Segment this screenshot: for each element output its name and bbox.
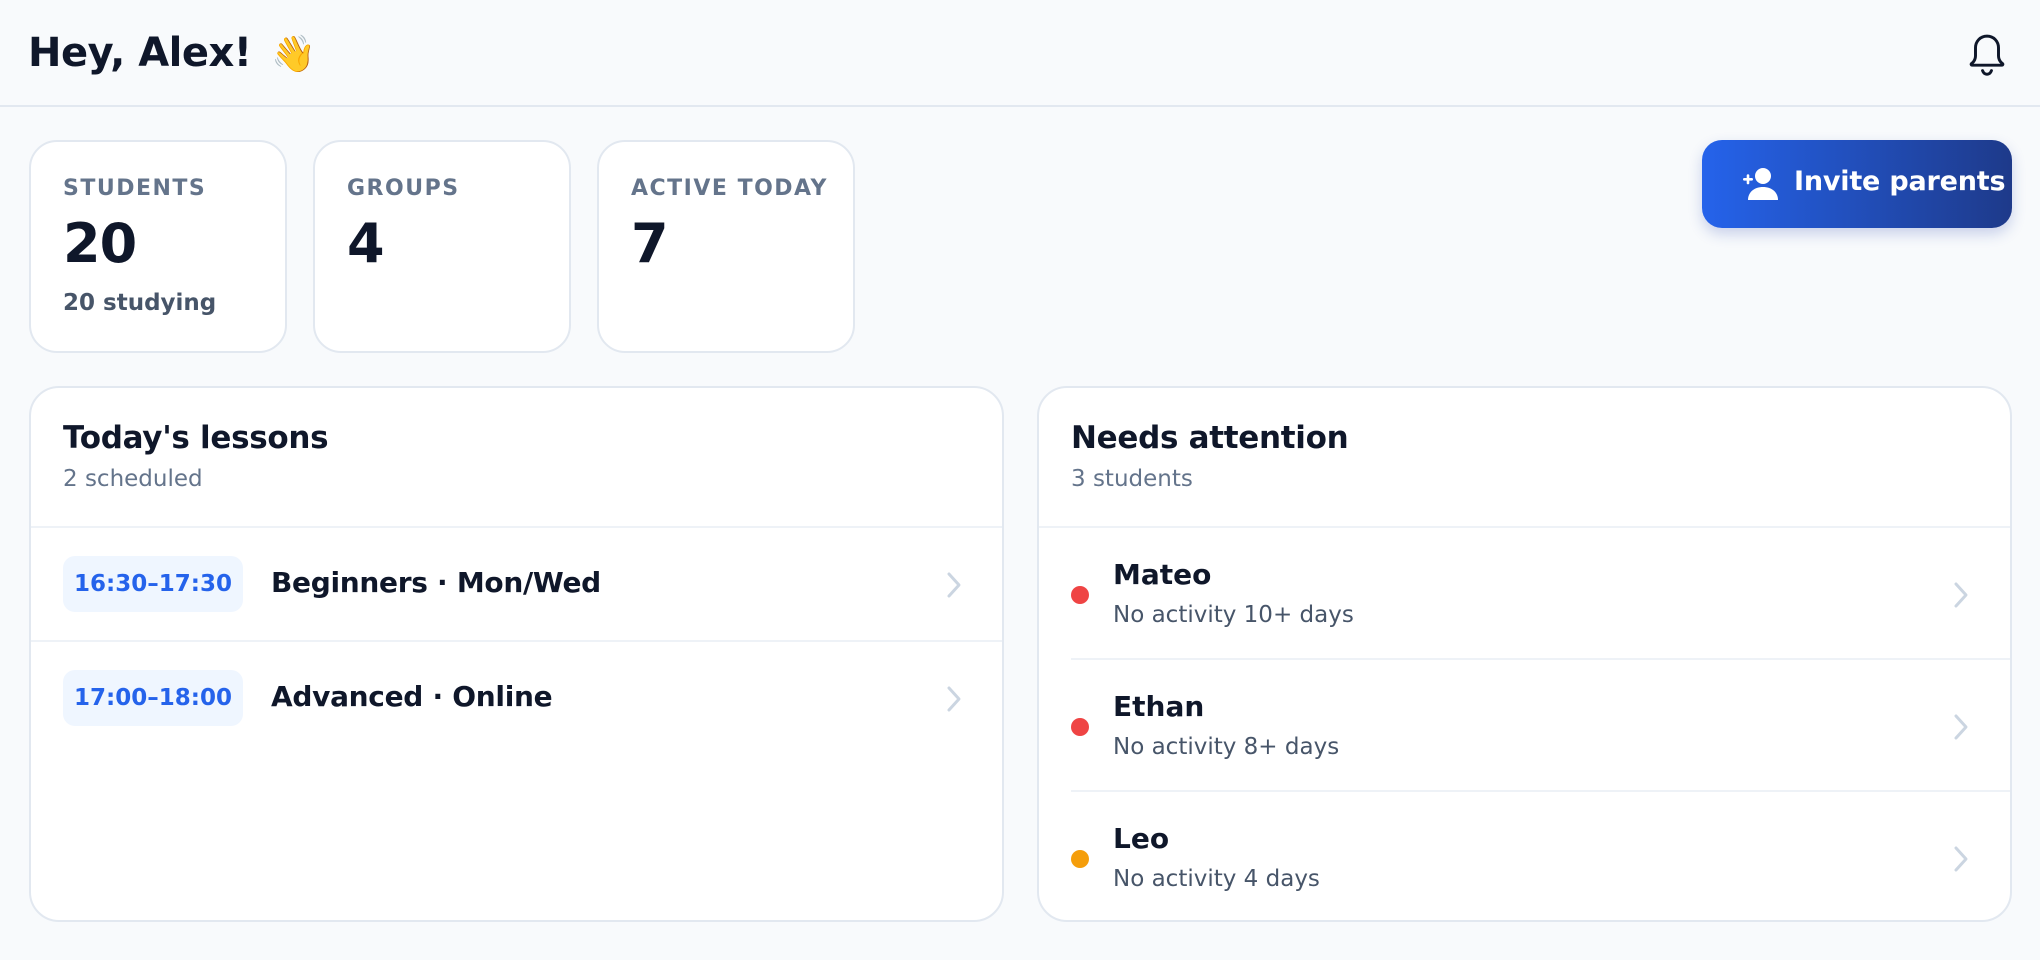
- student-row[interactable]: Leo No activity 4 days: [1039, 792, 2010, 920]
- chevron-right-icon: [1954, 714, 1968, 740]
- stat-label: GROUPS: [347, 176, 460, 201]
- stat-card-active-today: ACTIVE TODAY 7: [597, 140, 855, 353]
- lesson-row[interactable]: 16:30–17:30 Beginners · Mon/Wed: [31, 528, 1002, 642]
- lesson-name: Advanced · Online: [271, 680, 553, 713]
- student-activity-note: No activity 10+ days: [1113, 602, 1354, 628]
- stat-value: 7: [631, 212, 669, 275]
- bell-icon: [1969, 34, 2005, 76]
- add-user-icon: [1743, 168, 1778, 200]
- student-activity-note: No activity 4 days: [1113, 866, 1320, 892]
- stat-subtext: 20 studying: [63, 290, 217, 316]
- chevron-right-icon: [1954, 582, 1968, 608]
- chevron-right-icon: [947, 572, 961, 598]
- chevron-right-icon: [1954, 846, 1968, 872]
- student-name: Ethan: [1113, 690, 1205, 723]
- panel-subtitle: 2 scheduled: [63, 466, 203, 492]
- todays-lessons-panel: Today's lessons 2 scheduled 16:30–17:30 …: [29, 386, 1004, 922]
- student-name: Leo: [1113, 822, 1170, 855]
- lesson-time-badge: 17:00–18:00: [63, 670, 243, 726]
- greeting-heading: Hey, Alex! 👋: [28, 30, 316, 76]
- status-dot-red: [1071, 586, 1089, 604]
- lesson-row[interactable]: 17:00–18:00 Advanced · Online: [31, 642, 1002, 756]
- status-dot-orange: [1071, 850, 1089, 868]
- panel-subtitle: 3 students: [1071, 466, 1193, 492]
- stat-label: ACTIVE TODAY: [631, 176, 828, 201]
- needs-attention-panel: Needs attention 3 students Mateo No acti…: [1037, 386, 2012, 922]
- status-dot-red: [1071, 718, 1089, 736]
- stat-card-students: STUDENTS 20 20 studying: [29, 140, 287, 353]
- top-bar: Hey, Alex! 👋: [0, 0, 2040, 107]
- invite-parents-label: Invite parents: [1794, 166, 2006, 197]
- stat-value: 20: [63, 212, 137, 275]
- greeting-text: Hey, Alex!: [28, 30, 252, 76]
- lesson-name: Beginners · Mon/Wed: [271, 566, 601, 599]
- panel-title: Needs attention: [1071, 420, 1349, 456]
- chevron-right-icon: [947, 686, 961, 712]
- invite-parents-button[interactable]: Invite parents: [1702, 140, 2012, 228]
- student-name: Mateo: [1113, 558, 1212, 591]
- panel-title: Today's lessons: [63, 420, 329, 456]
- stat-value: 4: [347, 212, 385, 275]
- student-row[interactable]: Ethan No activity 8+ days: [1039, 660, 2010, 792]
- student-row[interactable]: Mateo No activity 10+ days: [1039, 528, 2010, 660]
- waving-hand-emoji: 👋: [270, 34, 316, 75]
- notifications-button[interactable]: [1962, 30, 2012, 80]
- stat-card-groups: GROUPS 4: [313, 140, 571, 353]
- lesson-time-badge: 16:30–17:30: [63, 556, 243, 612]
- stat-label: STUDENTS: [63, 176, 207, 201]
- student-activity-note: No activity 8+ days: [1113, 734, 1340, 760]
